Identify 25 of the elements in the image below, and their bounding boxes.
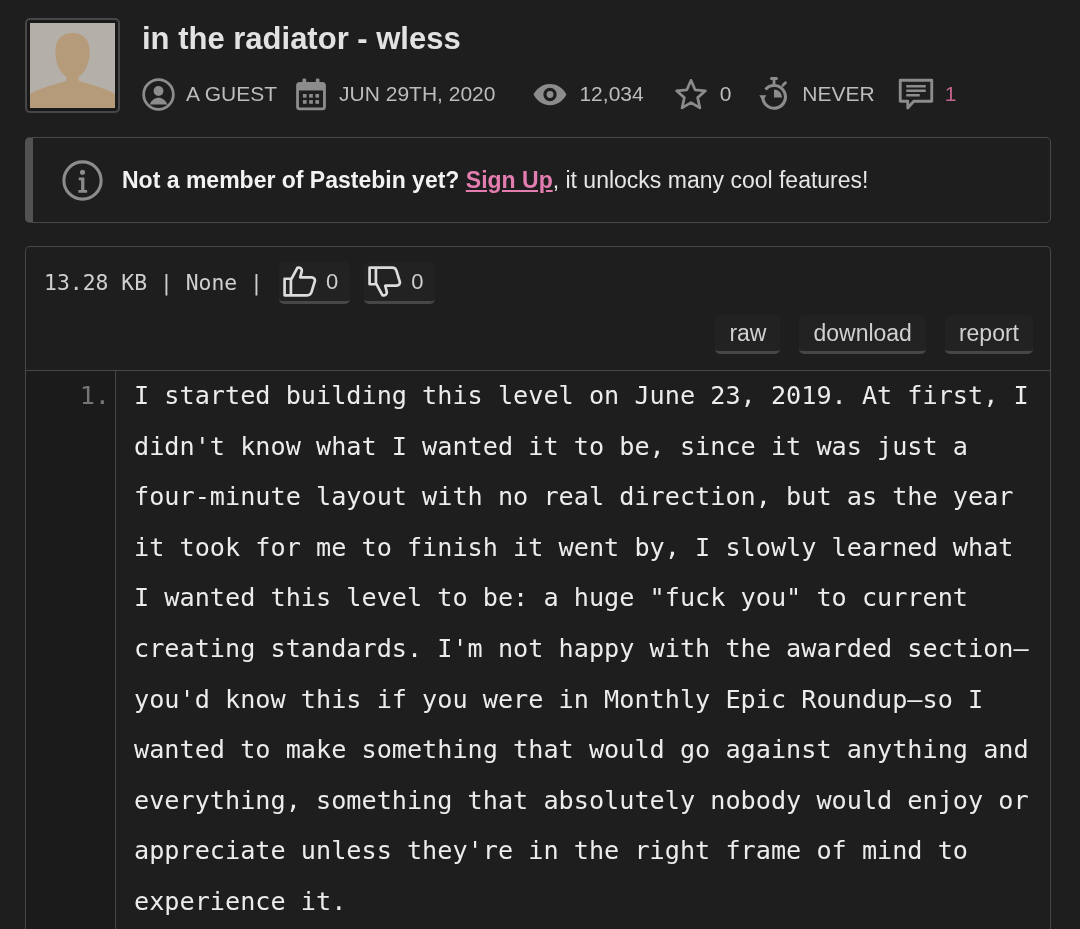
eye-icon bbox=[533, 82, 568, 106]
thumbs-down-icon bbox=[368, 266, 403, 297]
expiry-text: NEVER bbox=[802, 81, 875, 107]
report-button[interactable]: report bbox=[944, 315, 1033, 354]
paste-title: in the radiator - wless bbox=[142, 22, 462, 56]
favorite-count: 0 bbox=[719, 81, 732, 107]
sign-up-link[interactable]: Sign Up bbox=[465, 166, 553, 193]
star-icon bbox=[673, 77, 708, 111]
paste-date: JUN 29TH, 2020 bbox=[339, 81, 496, 107]
comment-count-link[interactable]: 1 bbox=[944, 78, 957, 110]
info-icon bbox=[62, 159, 103, 201]
calendar-icon bbox=[294, 76, 329, 112]
signup-notice-text: Not a member of Pastebin yet? Sign Up, it unlocks many cool features! bbox=[122, 165, 869, 195]
view-count: 12,034 bbox=[579, 81, 644, 107]
like-button[interactable]: 0 bbox=[278, 262, 351, 304]
thumbs-up-icon bbox=[282, 266, 317, 297]
paste-text: I started building this level on June 23, 2019. At first, I didn't know what I wanted it to be, since it was just a four-minute layout with no real direction, but as the year it took for me to finish it went by, I slowly learned what I wanted this level to be: a huge "fuck you" to current creating standards. I'm not happy with the awarded section—you'd know this if you were in Monthly Epic Roundup—so I wanted to make something that would go against anything and everything, something that absolutely nobody would enjoy or appreciate unless they're in the right frame of mind to experience it. bbox=[134, 380, 1030, 918]
raw-button[interactable]: raw bbox=[715, 315, 781, 354]
dislike-button[interactable]: 0 bbox=[364, 262, 436, 304]
speech-bubble-icon bbox=[897, 77, 934, 111]
download-button[interactable]: download bbox=[799, 315, 926, 354]
paste-info-text: 13.28 KB | None | bbox=[44, 268, 263, 298]
line-number: 1. bbox=[78, 380, 110, 412]
user-circle-icon bbox=[142, 77, 175, 111]
author-name: A GUEST bbox=[186, 81, 278, 107]
